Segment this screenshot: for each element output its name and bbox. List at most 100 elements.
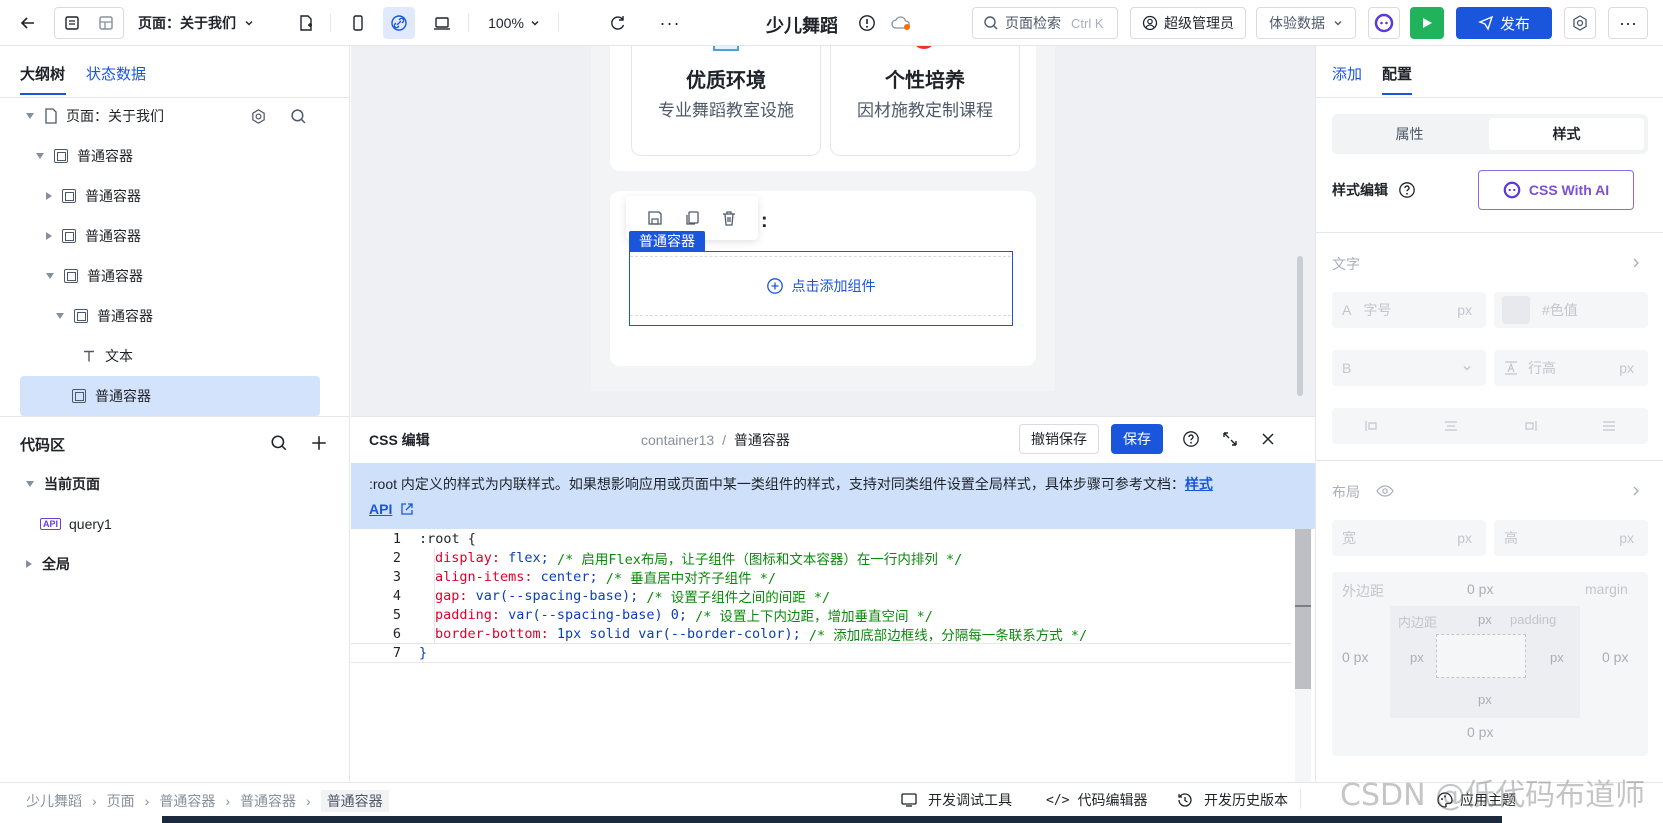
tree-node-container[interactable]: 普通容器 [46, 216, 141, 256]
tab-state[interactable]: 状态数据 [86, 63, 146, 84]
external-link-icon[interactable] [400, 502, 414, 516]
code-global[interactable]: 全局 [26, 544, 70, 584]
font-weight-select[interactable]: B [1332, 350, 1486, 386]
save-icon[interactable] [646, 209, 664, 227]
help-circle-icon[interactable] [1398, 181, 1416, 199]
publish-button[interactable]: 发布 [1456, 7, 1552, 39]
align-justify-icon[interactable] [1601, 418, 1617, 434]
margin-left-value[interactable]: 0 px [1342, 649, 1368, 665]
code-line[interactable]: 6 border-bottom: 1px solid var(--border-c… [351, 624, 1291, 644]
margin-right-value[interactable]: 0 px [1602, 649, 1628, 665]
gear-icon[interactable] [250, 108, 267, 125]
new-page-button[interactable] [292, 7, 320, 39]
tree-node-container[interactable]: 普通容器 [36, 136, 133, 176]
section-layout-label[interactable]: 布局 [1332, 482, 1360, 502]
close-icon[interactable] [1259, 430, 1277, 448]
margin-top-value[interactable]: 0 px [1467, 581, 1493, 597]
app-info-button[interactable] [856, 7, 878, 39]
notice-link-api[interactable]: API [369, 501, 392, 517]
mobile-view-button[interactable] [344, 7, 372, 39]
breadcrumb-item[interactable]: 少儿舞蹈 [26, 791, 82, 811]
more-button[interactable]: ··· [656, 7, 684, 39]
copy-icon[interactable] [683, 209, 701, 227]
tree-node-container[interactable]: 普通容器 [56, 296, 153, 336]
code-editor[interactable]: 1:root { 2 display: flex; /* 启用Flex布局，让子组… [351, 529, 1295, 783]
code-editor-button[interactable]: </> 代码编辑器 [1046, 790, 1147, 810]
page-view-icon[interactable] [55, 8, 89, 38]
link-view-button[interactable] [383, 7, 415, 39]
page-search[interactable]: 页面检索 Ctrl K [972, 7, 1118, 39]
section-text-label[interactable]: 文字 [1332, 254, 1360, 274]
save-button[interactable]: 保存 [1111, 424, 1163, 454]
history-button[interactable]: 开发历史版本 [1176, 790, 1288, 810]
admin-button[interactable]: 超级管理员 [1130, 7, 1246, 39]
code-line[interactable]: 4 gap: var(--spacing-base); /* 设置子组件之间的间距… [351, 586, 1291, 606]
segment-style[interactable]: 样式 [1489, 118, 1644, 150]
code-current-page[interactable]: 当前页面 [26, 464, 100, 504]
code-line[interactable]: 2 display: flex; /* 启用Flex布局，让子组件（图标和文本容器… [351, 548, 1291, 568]
color-swatch[interactable] [1502, 296, 1530, 324]
eye-icon[interactable] [1376, 484, 1394, 498]
selected-container[interactable]: 点击添加组件 [629, 251, 1013, 326]
feature-card-personal[interactable]: 个性培养 因材施教定制课程 [830, 46, 1020, 156]
expand-icon[interactable] [1221, 430, 1239, 448]
more-menu-button[interactable]: ··· [1608, 7, 1648, 39]
tree-node-container[interactable]: 普通容器 [46, 256, 143, 296]
dev-tools-button[interactable]: 开发调试工具 [900, 790, 1012, 810]
preview-button[interactable] [1410, 7, 1444, 39]
code-line-active[interactable]: 7} [351, 643, 1291, 663]
code-line[interactable]: 1:root { [351, 529, 1291, 549]
font-size-field[interactable]: A 字号 px [1332, 292, 1486, 328]
add-component-button[interactable]: 点击添加组件 [630, 256, 1011, 316]
code-line[interactable]: 3 align-items: center; /* 垂直居中对齐子组件 */ [351, 567, 1291, 587]
color-field[interactable]: #色值 [1494, 292, 1648, 328]
refresh-button[interactable] [604, 7, 632, 39]
code-line[interactable]: 5 padding: var(--spacing-base) 0; /* 设置上下… [351, 605, 1291, 625]
breadcrumb-item-current[interactable]: 普通容器 [320, 790, 389, 812]
width-field[interactable]: 宽 px [1332, 520, 1486, 556]
layout-view-icon[interactable] [89, 8, 123, 38]
tree-node-container-selected[interactable]: 普通容器 [20, 376, 320, 416]
tab-outline[interactable]: 大纲树 [20, 63, 65, 84]
search-icon[interactable] [270, 434, 288, 452]
code-scrollbar-thumb[interactable] [1295, 529, 1311, 689]
css-with-ai-button[interactable]: CSS With AI [1478, 170, 1634, 210]
tab-add[interactable]: 添加 [1332, 63, 1362, 84]
breadcrumb-item[interactable]: 普通容器 [159, 791, 215, 811]
align-right-icon[interactable] [1522, 418, 1538, 434]
chevron-right-icon[interactable] [1630, 256, 1642, 270]
padding-left-value[interactable]: px [1410, 650, 1424, 665]
page-selector[interactable]: 页面：关于我们 [138, 7, 264, 39]
notice-link[interactable]: 样式 [1185, 476, 1213, 492]
breadcrumb-item[interactable]: 页面 [107, 791, 135, 811]
zoom-select[interactable]: 100% [484, 7, 544, 39]
trash-icon[interactable] [720, 209, 738, 227]
segment-props[interactable]: 属性 [1332, 114, 1487, 154]
selected-component-tag[interactable]: 普通容器 [629, 231, 705, 251]
back-button[interactable] [14, 7, 42, 39]
align-left-icon[interactable] [1364, 418, 1380, 434]
margin-bottom-value[interactable]: 0 px [1467, 724, 1493, 740]
line-height-field[interactable]: 行高 px [1494, 350, 1648, 386]
tree-node-container[interactable]: 普通容器 [46, 176, 141, 216]
undo-save-button[interactable]: 撤销保存 [1019, 424, 1099, 454]
tree-node-text[interactable]: 文本 [82, 336, 133, 376]
settings-button[interactable] [1564, 7, 1596, 39]
code-query-item[interactable]: API query1 [40, 504, 112, 544]
plus-icon[interactable] [310, 434, 328, 452]
height-field[interactable]: 高 px [1494, 520, 1648, 556]
tab-config[interactable]: 配置 [1382, 63, 1412, 84]
feature-card-environment[interactable]: 优质环境 专业舞蹈教室设施 [631, 46, 821, 156]
padding-right-value[interactable]: px [1550, 650, 1564, 665]
chevron-right-icon[interactable] [1630, 484, 1642, 498]
padding-bottom-value[interactable]: px [1478, 692, 1492, 707]
align-center-icon[interactable] [1443, 418, 1459, 434]
desktop-view-button[interactable] [428, 7, 456, 39]
tree-node-page[interactable]: 页面：关于我们 [26, 96, 336, 136]
breadcrumb-item[interactable]: 普通容器 [240, 791, 296, 811]
ai-assistant-button[interactable] [1368, 7, 1400, 39]
padding-top-value[interactable]: px [1478, 612, 1492, 627]
search-icon[interactable] [290, 108, 307, 125]
data-select[interactable]: 体验数据 [1256, 7, 1356, 39]
help-circle-icon[interactable] [1182, 430, 1200, 448]
